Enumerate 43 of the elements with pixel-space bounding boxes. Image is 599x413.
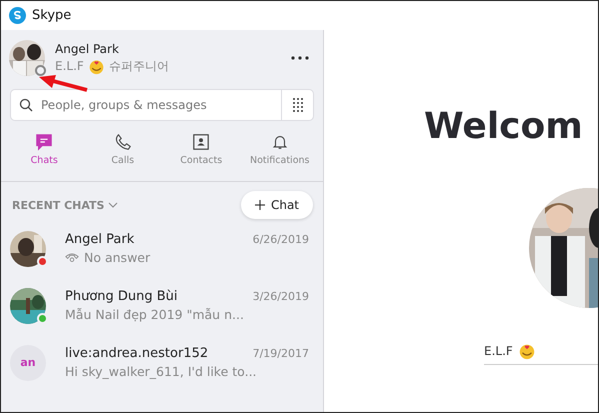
chat-icon [35, 133, 54, 151]
search-input[interactable]: People, groups & messages [39, 97, 281, 113]
phone-icon [65, 252, 79, 263]
new-chat-button[interactable]: Chat [241, 191, 313, 219]
chat-date: 7/19/2017 [252, 347, 309, 360]
more-icon[interactable] [291, 56, 309, 60]
contact-name: live:andrea.nestor152 [65, 346, 208, 361]
chat-item[interactable]: Phương Dung Bùi 3/26/2019 Mẫu Nail đẹp 2019 "mẫu n... [1, 277, 323, 334]
arrow-drawing [39, 75, 89, 92]
skype-logo-icon [9, 7, 26, 24]
search-field[interactable]: People, groups & messages [10, 89, 281, 121]
emoji-icon [88, 58, 105, 74]
chat-date: 6/26/2019 [252, 233, 309, 246]
section-heading[interactable]: RECENT CHATS [12, 198, 104, 212]
tab[interactable]: Contacts [162, 133, 240, 181]
tab[interactable]: Calls [84, 133, 162, 181]
message-preview: Hi sky_walker_611, I'd like to... [65, 364, 257, 379]
status-text: 슈퍼주니어 [108, 58, 169, 74]
message-preview: Mẫu Nail đẹp 2019 "mẫu n... [65, 307, 244, 322]
bell-icon [270, 133, 289, 151]
emoji-icon [518, 342, 536, 360]
profile-name: Angel Park [55, 42, 120, 56]
contacts-icon [192, 133, 210, 151]
dialpad-button[interactable] [281, 89, 314, 121]
initials-avatar: an [10, 344, 46, 380]
chat-item[interactable]: Angel Park 6/26/2019 No answer [1, 220, 323, 277]
chat-date: 3/26/2019 [252, 290, 309, 303]
tab[interactable]: Notifications [240, 133, 319, 181]
presence-icon [35, 65, 46, 76]
plus-icon [254, 200, 265, 210]
chevron-down-icon[interactable] [108, 202, 118, 208]
message-preview: No answer [84, 250, 150, 265]
chat-item[interactable]: an live:andrea.nestor152 7/19/2017 Hi sky_walker_611, I'd like to... [1, 334, 323, 391]
status-text: E.L.F [484, 344, 513, 358]
search-icon [19, 98, 33, 112]
tab[interactable]: Chats [5, 133, 84, 181]
contact-name: Angel Park [65, 232, 134, 247]
status-text: E.L.F [55, 59, 84, 73]
phone-icon [114, 133, 132, 151]
window-title: Skype [32, 8, 72, 23]
contact-name: Phương Dung Bùi [65, 289, 178, 304]
welcome-heading: Welcom [424, 106, 583, 147]
dialpad-icon [292, 97, 304, 113]
